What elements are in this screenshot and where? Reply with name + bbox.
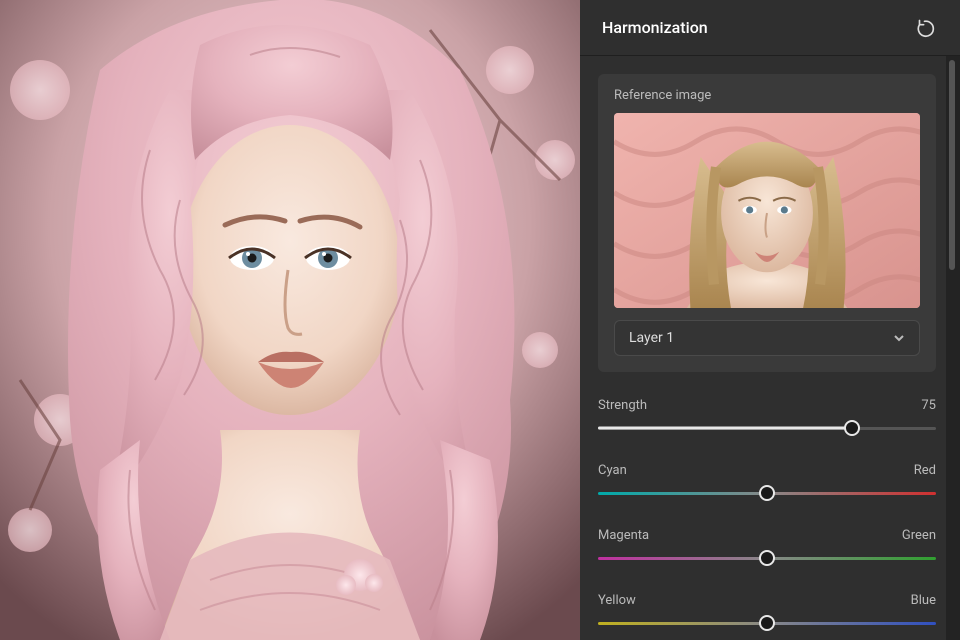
magenta-green-thumb[interactable] [759,550,775,566]
green-label: Green [902,528,936,543]
cyan-red-track[interactable] [598,484,936,502]
cyan-label: Cyan [598,463,627,478]
panel-header: Harmonization [580,0,960,56]
panel-body: Reference image [580,56,960,640]
yellow-blue-track[interactable] [598,614,936,632]
reference-label: Reference image [614,88,920,103]
panel-title: Harmonization [602,18,708,37]
layer-select[interactable]: Layer 1 [614,320,920,356]
magenta-green-slider: Magenta Green [598,528,936,567]
magenta-label: Magenta [598,528,649,543]
layer-select-value: Layer 1 [629,330,674,346]
yellow-label: Yellow [598,593,636,608]
strength-track[interactable] [598,419,936,437]
yellow-blue-slider: Yellow Blue [598,593,936,632]
red-label: Red [914,463,936,478]
strength-slider: Strength 75 [598,398,936,437]
yellow-blue-thumb[interactable] [759,615,775,631]
panel-scrollbar[interactable] [949,60,955,270]
chevron-down-icon [893,332,905,344]
cyan-red-thumb[interactable] [759,485,775,501]
strength-value: 75 [921,398,936,413]
reference-image-box: Reference image [598,74,936,372]
magenta-green-track[interactable] [598,549,936,567]
reset-icon[interactable] [916,17,938,39]
reference-thumbnail[interactable] [614,113,920,308]
strength-thumb[interactable] [844,420,860,436]
cyan-red-slider: Cyan Red [598,463,936,502]
canvas-preview[interactable] [0,0,580,640]
harmonization-panel: Harmonization Reference image [580,0,960,640]
blue-label: Blue [911,593,936,608]
strength-label: Strength [598,398,647,413]
